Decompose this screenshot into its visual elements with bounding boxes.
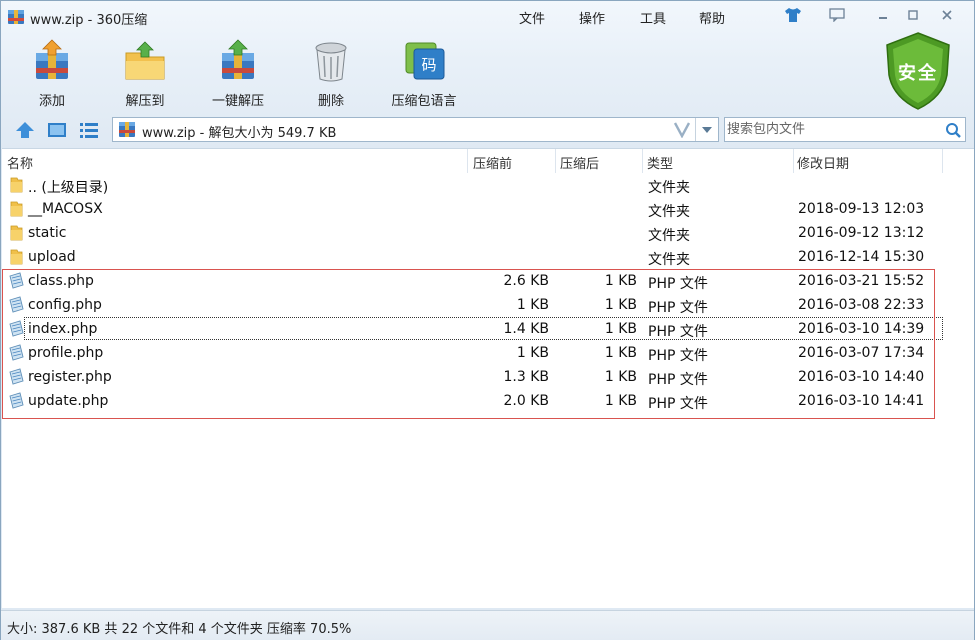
list-view-button[interactable] <box>77 119 101 141</box>
one-click-extract-button[interactable]: 一键解压 <box>200 39 276 109</box>
security-label: 安全 <box>898 63 938 84</box>
close-icon[interactable] <box>937 6 957 24</box>
app-window: www.zip - 360压缩 文件 操作 工具 帮助 添加 解压到 一键解压 … <box>0 0 975 640</box>
file-name: .. (上级目录) <box>28 180 109 196</box>
column-packed[interactable]: 压缩前 <box>473 149 556 173</box>
zip-archive-icon <box>119 122 135 137</box>
thumbnail-view-button[interactable] <box>45 119 69 141</box>
window-title: www.zip - 360压缩 <box>30 13 148 28</box>
one-click-extract-label: 一键解压 <box>211 94 264 109</box>
address-bar[interactable]: www.zip - 解包大小为 549.7 KB <box>112 117 719 142</box>
delete-label: 删除 <box>317 94 344 109</box>
list-item[interactable]: __MACOSX 文件夹 2018-09-13 12:03 <box>2 197 974 221</box>
archive-extract-icon <box>222 39 254 79</box>
column-header: 名称 压缩前 压缩后 类型 修改日期 <box>2 149 974 173</box>
delete-button[interactable]: 删除 <box>293 39 369 109</box>
menu-tools[interactable]: 工具 <box>640 8 666 27</box>
minimize-icon[interactable] <box>873 6 893 24</box>
menu-operate[interactable]: 操作 <box>579 8 605 27</box>
column-modified[interactable]: 修改日期 <box>797 149 943 173</box>
address-dropdown-button[interactable] <box>695 118 718 141</box>
folder-extract-icon <box>125 41 165 80</box>
list-item[interactable]: static 文件夹 2016-09-12 13:12 <box>2 221 974 245</box>
file-type: 文件夹 <box>648 204 690 220</box>
extract-to-button[interactable]: 解压到 <box>107 39 183 109</box>
column-name[interactable]: 名称 <box>7 149 468 173</box>
modified-date: 2016-12-14 15:30 <box>798 249 925 265</box>
file-type: 文件夹 <box>648 180 690 196</box>
folder-icon <box>8 200 25 217</box>
search-icon[interactable] <box>944 121 962 139</box>
list-view-icon <box>80 123 98 138</box>
modified-date: 2016-09-12 13:12 <box>798 225 925 241</box>
add-label: 添加 <box>38 94 65 109</box>
menu-file[interactable]: 文件 <box>519 8 545 27</box>
folder-icon <box>8 248 25 265</box>
security-shield[interactable]: 安全 <box>883 31 953 111</box>
file-name: __MACOSX <box>28 201 103 217</box>
encoding-icon: 码 <box>405 42 445 80</box>
maximize-icon[interactable] <box>903 6 923 24</box>
column-type[interactable]: 类型 <box>647 149 794 173</box>
list-item[interactable]: upload 文件夹 2016-12-14 15:30 <box>2 245 974 269</box>
skin-icon[interactable] <box>783 6 803 24</box>
verified-icon <box>673 122 691 138</box>
svg-text:码: 码 <box>421 56 436 74</box>
file-name: static <box>28 225 67 241</box>
menu-help[interactable]: 帮助 <box>699 8 725 27</box>
file-name: upload <box>28 249 76 265</box>
add-button[interactable]: 添加 <box>14 39 90 109</box>
file-type: 文件夹 <box>648 228 690 244</box>
highlight-box <box>2 269 935 419</box>
file-list: 名称 压缩前 压缩后 类型 修改日期 .. (上级目录) 文件夹 __MACOSX 文… <box>2 148 974 608</box>
up-level-button[interactable] <box>13 119 37 141</box>
column-unpacked[interactable]: 压缩后 <box>560 149 643 173</box>
modified-date: 2018-09-13 12:03 <box>798 201 925 217</box>
app-logo-icon <box>8 10 24 24</box>
chevron-down-icon <box>702 126 712 133</box>
extract-to-label: 解压到 <box>125 94 165 109</box>
search-input[interactable] <box>727 120 939 139</box>
trash-icon <box>315 42 347 82</box>
feedback-icon[interactable] <box>827 6 847 24</box>
archive-language-label: 压缩包语言 <box>391 94 457 109</box>
folder-icon <box>8 224 25 241</box>
status-bar: 大小: 387.6 KB 共 22 个文件和 4 个文件夹 压缩率 70.5% <box>1 610 974 640</box>
address-path: www.zip - 解包大小为 549.7 KB <box>142 126 337 141</box>
archive-add-icon <box>36 39 68 79</box>
list-item[interactable]: .. (上级目录) 文件夹 <box>2 173 974 197</box>
arrow-up-icon <box>16 122 34 138</box>
thumbnail-view-icon <box>48 123 66 137</box>
file-type: 文件夹 <box>648 252 690 268</box>
search-box[interactable] <box>724 117 966 142</box>
title-bar: www.zip - 360压缩 文件 操作 工具 帮助 <box>1 1 974 31</box>
archive-language-button[interactable]: 码 压缩包语言 <box>386 39 462 109</box>
status-text: 大小: 387.6 KB 共 22 个文件和 4 个文件夹 压缩率 70.5% <box>7 622 352 637</box>
folder-icon <box>8 176 25 193</box>
